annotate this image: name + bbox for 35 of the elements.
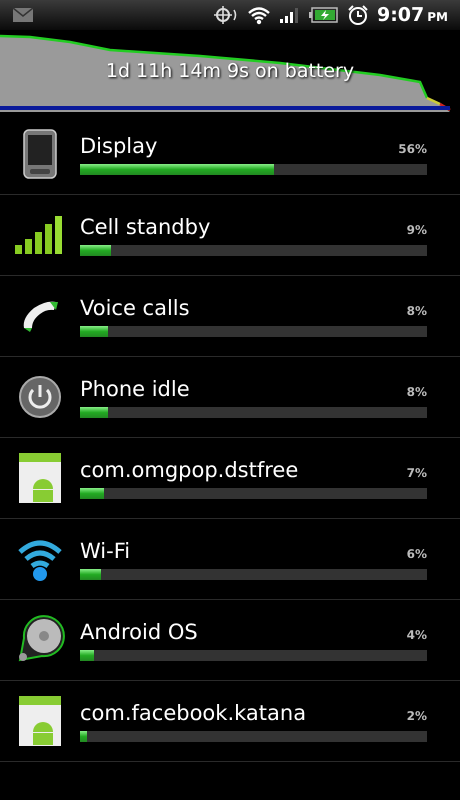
percent-label: 8%	[406, 304, 427, 318]
phone-icon	[22, 129, 58, 179]
usage-row[interactable]: Wi-Fi 6%	[0, 519, 460, 600]
item-name: Phone idle	[80, 376, 190, 400]
percent-label: 7%	[406, 466, 427, 480]
usage-row[interactable]: Phone idle 8%	[0, 357, 460, 438]
percent-label: 4%	[406, 628, 427, 642]
item-name: Cell standby	[80, 214, 210, 238]
usage-row[interactable]: Voice calls 8%	[0, 276, 460, 357]
item-name: Wi-Fi	[80, 538, 130, 562]
percent-label: 8%	[406, 384, 427, 398]
item-name: Voice calls	[80, 296, 190, 320]
alarm-icon	[346, 4, 369, 26]
percent-label: 6%	[406, 546, 427, 560]
wifi-icon	[246, 5, 271, 25]
app-icon	[19, 453, 61, 503]
percent-label: 2%	[406, 708, 427, 722]
power-icon	[18, 375, 62, 419]
usage-row[interactable]: com.omgpop.dstfree 7%	[0, 438, 460, 519]
percent-label: 9%	[406, 222, 427, 236]
app-icon	[19, 696, 61, 746]
gps-icon	[212, 4, 239, 26]
usage-row[interactable]: Cell standby 9%	[0, 195, 460, 276]
signal-icon	[278, 6, 301, 24]
item-name: Android OS	[80, 620, 198, 644]
usage-row[interactable]: Android OS 4%	[0, 600, 460, 681]
usage-row[interactable]: com.facebook.katana 2%	[0, 681, 460, 762]
battery-icon	[308, 6, 339, 24]
item-name: Display	[80, 134, 158, 158]
item-name: com.facebook.katana	[80, 700, 306, 724]
mail-icon	[12, 7, 34, 23]
percent-label: 56%	[398, 142, 427, 156]
clock: 9:07 PM	[376, 4, 448, 26]
usage-row[interactable]: Display 56%	[0, 114, 460, 195]
item-name: com.omgpop.dstfree	[80, 458, 298, 482]
